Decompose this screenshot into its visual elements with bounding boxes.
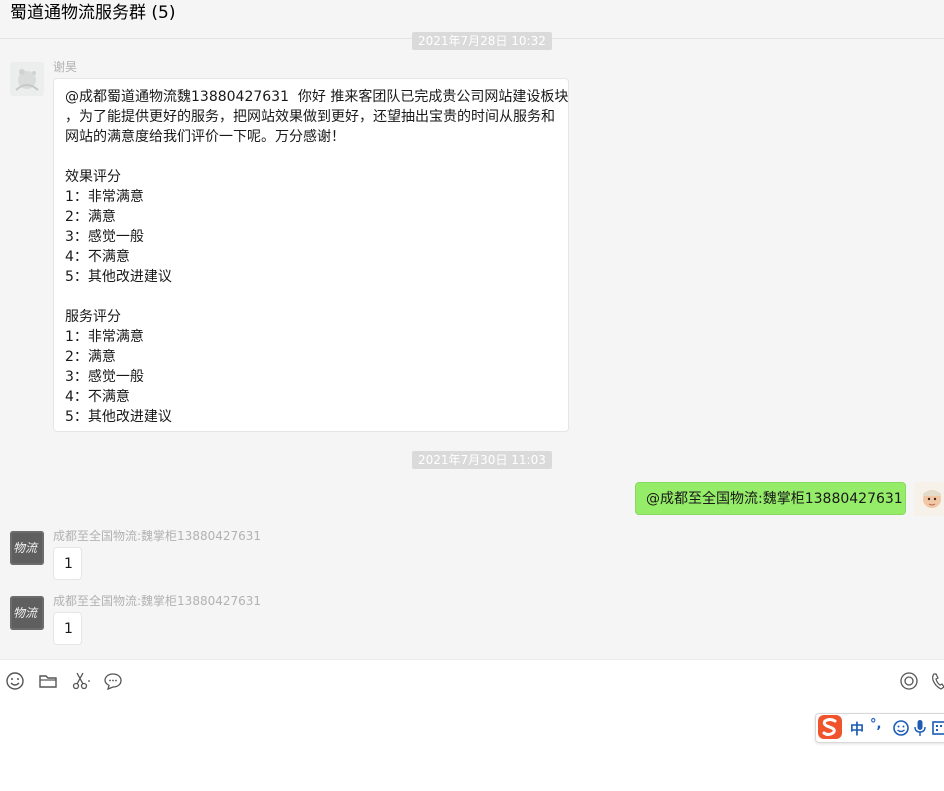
timestamp: 2021年7月30日 11:03	[412, 451, 552, 469]
emoji-icon[interactable]	[4, 670, 26, 692]
message-line: 5：其他改进建议	[65, 269, 172, 285]
ime-keyboard-icon[interactable]	[932, 719, 944, 737]
ime-microphone-icon[interactable]	[913, 719, 927, 737]
message-line: 效果评分	[65, 169, 121, 185]
message-line: 3：感觉一般	[65, 369, 144, 385]
message-bubble[interactable]: @成都蜀道通物流魏13880427631 你好 推来客团队已完成贵公司网站建设板…	[53, 78, 569, 432]
timestamp: 2021年7月28日 10:32	[412, 32, 552, 50]
message-line: 1：非常满意	[65, 329, 144, 345]
message-line: 5：其他改进建议	[65, 409, 172, 425]
sender-name: 成都至全国物流:魏掌柜13880427631	[53, 529, 262, 543]
ime-toolbar[interactable]: 中 °,	[815, 713, 944, 743]
self-avatar[interactable]	[914, 482, 944, 516]
avatar-logo-text: 物流	[13, 541, 38, 555]
message-line: 4：不满意	[65, 389, 130, 405]
ime-emoji-icon[interactable]	[892, 719, 910, 737]
chat-bubble-icon[interactable]	[102, 670, 124, 692]
phone-icon[interactable]	[930, 670, 944, 692]
ime-lang-toggle[interactable]: 中	[850, 719, 864, 739]
message-line: 网站的满意度给我们评价一下呢。万分感谢！	[65, 129, 345, 145]
message-text: 1	[64, 556, 73, 572]
ime-punctuation-toggle[interactable]: °,	[870, 717, 881, 732]
avatar-logo-text: 物流	[13, 606, 38, 620]
message-line: @成都蜀道通物流魏13880427631 你好 推来客团队已完成贵公司网站建设板…	[65, 89, 569, 105]
message-line: 服务评分	[65, 309, 121, 325]
video-call-icon[interactable]	[898, 670, 920, 692]
message-bubble-self[interactable]: @成都至全国物流:魏掌柜13880427631	[635, 482, 906, 515]
message-line: 3：感觉一般	[65, 229, 144, 245]
avatar[interactable]	[10, 62, 44, 96]
message-line: 2：满意	[65, 209, 116, 225]
message-bubble[interactable]: 1	[53, 612, 82, 645]
message-line: 1：非常满意	[65, 189, 144, 205]
baby-avatar-icon	[914, 482, 944, 516]
message-text: 1	[64, 621, 73, 637]
sender-name: 谢昊	[53, 60, 78, 74]
message-text: @成都至全国物流:魏掌柜13880427631	[646, 491, 903, 507]
message-line: 2：满意	[65, 349, 116, 365]
message-composer[interactable]	[0, 659, 944, 791]
folder-icon[interactable]	[37, 670, 59, 692]
scissors-icon[interactable]	[70, 670, 92, 692]
avatar[interactable]: 物流	[10, 531, 44, 565]
sender-name: 成都至全国物流:魏掌柜13880427631	[53, 594, 262, 608]
avatar[interactable]: 物流	[10, 596, 44, 630]
message-line: 4：不满意	[65, 249, 130, 265]
avatar-image-icon	[10, 62, 44, 96]
chat-title[interactable]: 蜀道通物流服务群 (5)	[10, 3, 175, 23]
message-line: ，为了能提供更好的服务，把网站效果做到更好，还望抽出宝贵的时间从服务和	[65, 109, 555, 125]
sogou-logo-icon[interactable]	[817, 714, 843, 740]
message-bubble[interactable]: 1	[53, 547, 82, 580]
